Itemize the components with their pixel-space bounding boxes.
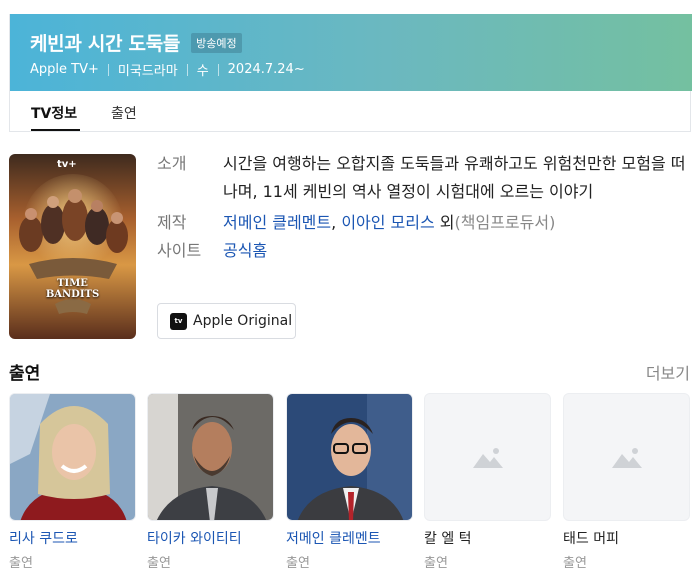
active-tab-indicator bbox=[31, 129, 80, 131]
site-row: 사이트 공식홈 bbox=[157, 237, 687, 265]
site-value: 공식홈 bbox=[223, 237, 687, 265]
apple-original-button[interactable]: tv Apple Original bbox=[157, 303, 296, 339]
cast-name: 태드 머피 bbox=[563, 531, 619, 547]
producer-suffix: 외 bbox=[434, 213, 455, 232]
poster-title-line1: TIME bbox=[57, 278, 88, 289]
apple-tv-icon: tv bbox=[170, 312, 187, 330]
site-label: 사이트 bbox=[157, 241, 202, 260]
cast-card[interactable]: 태드 머피 출연 bbox=[563, 393, 690, 571]
tab-bar: TV정보 출연 bbox=[10, 91, 690, 131]
header-banner: 케빈과 시간 도둑들 방송예정 Apple TV+ 미국드라마 수 2024.7… bbox=[10, 14, 692, 91]
cast-card[interactable]: 칼 엘 턱 출연 bbox=[424, 393, 551, 571]
tab-tv-info[interactable]: TV정보 bbox=[31, 103, 77, 123]
meta-divider bbox=[107, 63, 109, 76]
producer-link[interactable]: 저메인 클레멘트 bbox=[223, 213, 331, 232]
intro-text: 시간을 여행하는 오합지졸 도둑들과 유쾌하고도 위험천만한 모험을 떠나며, … bbox=[223, 154, 686, 201]
tab-cast[interactable]: 출연 bbox=[111, 103, 137, 123]
cast-name[interactable]: 리사 쿠드로 bbox=[9, 530, 136, 548]
cast-role: 출연 bbox=[563, 556, 587, 571]
more-link[interactable]: 더보기 bbox=[646, 360, 690, 384]
cast-role: 출연 bbox=[147, 556, 171, 571]
meta-day: 수 bbox=[196, 64, 209, 79]
cast-name[interactable]: 저메인 클레멘트 bbox=[286, 530, 413, 548]
cast-photo-placeholder bbox=[424, 393, 551, 521]
meta-row: Apple TV+ 미국드라마 수 2024.7.24~ bbox=[30, 60, 305, 79]
official-site-link[interactable]: 공식홈 bbox=[223, 241, 267, 260]
title-panel: 케빈과 시간 도둑들 방송예정 Apple TV+ 미국드라마 수 2024.7… bbox=[9, 14, 692, 132]
poster-title-line2: BANDITS bbox=[45, 289, 100, 300]
cast-photo[interactable] bbox=[9, 393, 136, 521]
meta-divider bbox=[217, 63, 219, 76]
meta-date: 2024.7.24~ bbox=[227, 62, 305, 77]
title-row: 케빈과 시간 도둑들 방송예정 bbox=[30, 29, 242, 56]
production-value: 저메인 클레멘트, 이아인 모리스 외(책임프로듀서) bbox=[223, 209, 687, 237]
cast-name: 칼 엘 턱 bbox=[424, 531, 472, 547]
cast-role: 출연 bbox=[9, 556, 33, 571]
cast-card[interactable]: 타이카 와이티티 출연 bbox=[147, 393, 274, 571]
cast-photo[interactable] bbox=[147, 393, 274, 521]
production-label: 제작 bbox=[157, 213, 187, 232]
apple-tv-icon-text: tv bbox=[174, 317, 183, 325]
cast-photo-placeholder bbox=[563, 393, 690, 521]
producer-separator: , bbox=[331, 213, 342, 232]
image-placeholder-icon bbox=[473, 448, 503, 468]
poster-title: TIME BANDITS bbox=[9, 278, 136, 300]
meta-channel[interactable]: Apple TV+ bbox=[30, 62, 99, 77]
intro-row: 소개 시간을 여행하는 오합지졸 도둑들과 유쾌하고도 위험천만한 모험을 떠나… bbox=[157, 150, 687, 206]
cast-card[interactable]: 리사 쿠드로 출연 bbox=[9, 393, 136, 571]
meta-divider bbox=[186, 63, 188, 76]
intro-label: 소개 bbox=[157, 154, 187, 173]
cast-role: 출연 bbox=[424, 556, 448, 571]
cast-card[interactable]: 저메인 클레멘트 출연 bbox=[286, 393, 413, 571]
meta-genre: 미국드라마 bbox=[117, 64, 178, 79]
cast-name[interactable]: 타이카 와이티티 bbox=[147, 530, 274, 548]
cast-photo[interactable] bbox=[286, 393, 413, 521]
info-section: 소개 시간을 여행하는 오합지졸 도둑들과 유쾌하고도 위험천만한 모험을 떠나… bbox=[157, 150, 687, 265]
poster-image[interactable]: tv+ TIME BANDITS bbox=[9, 154, 136, 339]
apple-original-label: Apple Original bbox=[193, 313, 293, 329]
poster-brand: tv+ bbox=[57, 159, 77, 170]
cast-section-title: 출연 bbox=[9, 364, 41, 384]
cast-role: 출연 bbox=[286, 556, 310, 571]
status-badge: 방송예정 bbox=[191, 32, 242, 53]
page-title[interactable]: 케빈과 시간 도둑들 bbox=[30, 29, 180, 56]
image-placeholder-icon bbox=[612, 448, 642, 468]
producer-link[interactable]: 이아인 모리스 bbox=[341, 213, 434, 232]
production-row: 제작 저메인 클레멘트, 이아인 모리스 외(책임프로듀서) bbox=[157, 209, 687, 237]
producer-role: (책임프로듀서) bbox=[454, 213, 556, 232]
